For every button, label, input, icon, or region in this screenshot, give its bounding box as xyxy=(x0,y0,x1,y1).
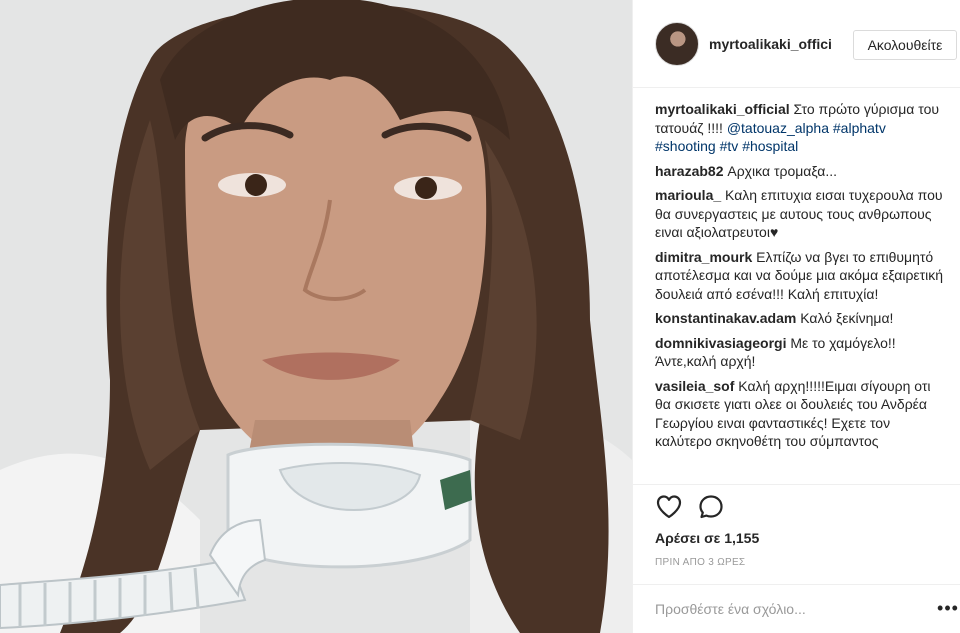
hashtag-alphatv[interactable]: #alphatv xyxy=(833,120,886,136)
comment-item: harazab82 Αρχικα τρομαξα... xyxy=(655,162,945,181)
caption: myrtoalikaki_official Στο πρώτο γύρισμα … xyxy=(655,100,945,156)
comment-username[interactable]: vasileia_sof xyxy=(655,378,734,394)
comment-item: dimitra_mourk Ελπίζω να βγει το επιθυμητ… xyxy=(655,248,945,304)
comment-text: Αρχικα τρομαξα... xyxy=(727,162,838,179)
more-options-icon[interactable]: ••• xyxy=(937,598,959,620)
post-actions: Αρέσει σε 1,155 ΠΡΙΝ ΑΠΟ 3 ΩΡΕΣ xyxy=(633,484,960,584)
comment-text: Καλό ξεκίνημα! xyxy=(800,310,894,326)
likes-count[interactable]: Αρέσει σε 1,155 xyxy=(655,530,759,546)
caption-username[interactable]: myrtoalikaki_official xyxy=(655,101,790,117)
post-username[interactable]: myrtoalikaki_offici xyxy=(709,36,849,52)
avatar[interactable] xyxy=(655,22,699,66)
following-button[interactable]: Ακολουθείτε xyxy=(853,30,957,60)
comment-username[interactable]: dimitra_mourk xyxy=(655,249,752,265)
comment-username[interactable]: marioula_ xyxy=(655,187,721,203)
post-timestamp[interactable]: ΠΡΙΝ ΑΠΟ 3 ΩΡΕΣ xyxy=(655,557,745,568)
comment-item: marioula_ Καλη επιτυχια εισαι τυχερουλα … xyxy=(655,186,945,242)
post-side-panel: myrtoalikaki_offici Ακολουθείτε myrtoali… xyxy=(632,0,960,633)
comment-username[interactable]: konstantinakav.adam xyxy=(655,310,796,326)
comment-item: vasileia_sof Καλή αρχη!!!!!Ειμαι σίγουρη… xyxy=(655,377,945,451)
comments-list[interactable]: myrtoalikaki_official Στο πρώτο γύρισμα … xyxy=(655,100,945,483)
hashtag-tv[interactable]: #tv xyxy=(720,138,743,154)
comment-username[interactable]: domnikivasiageorgi xyxy=(655,335,786,351)
comment-username[interactable]: harazab82 xyxy=(655,163,723,179)
caption-mention[interactable]: @tatouaz_alpha xyxy=(727,120,833,136)
instagram-post: myrtoalikaki_offici Ακολουθείτε myrtoali… xyxy=(0,0,960,633)
post-photo[interactable] xyxy=(0,0,632,633)
comment-input[interactable] xyxy=(655,598,915,620)
comment-item: domnikivasiageorgi Με το χαμόγελο!! Άντε… xyxy=(655,334,945,371)
add-comment-bar: ••• xyxy=(633,584,960,633)
post-header: myrtoalikaki_offici Ακολουθείτε xyxy=(633,0,960,88)
hashtag-shooting[interactable]: #shooting xyxy=(655,138,720,154)
selfie-illustration xyxy=(0,0,632,633)
comment-item: konstantinakav.adam Καλό ξεκίνημα! xyxy=(655,309,945,328)
comment-bubble-icon[interactable] xyxy=(697,493,725,521)
hashtag-hospital[interactable]: #hospital xyxy=(742,138,798,154)
heart-icon[interactable] xyxy=(655,493,683,521)
